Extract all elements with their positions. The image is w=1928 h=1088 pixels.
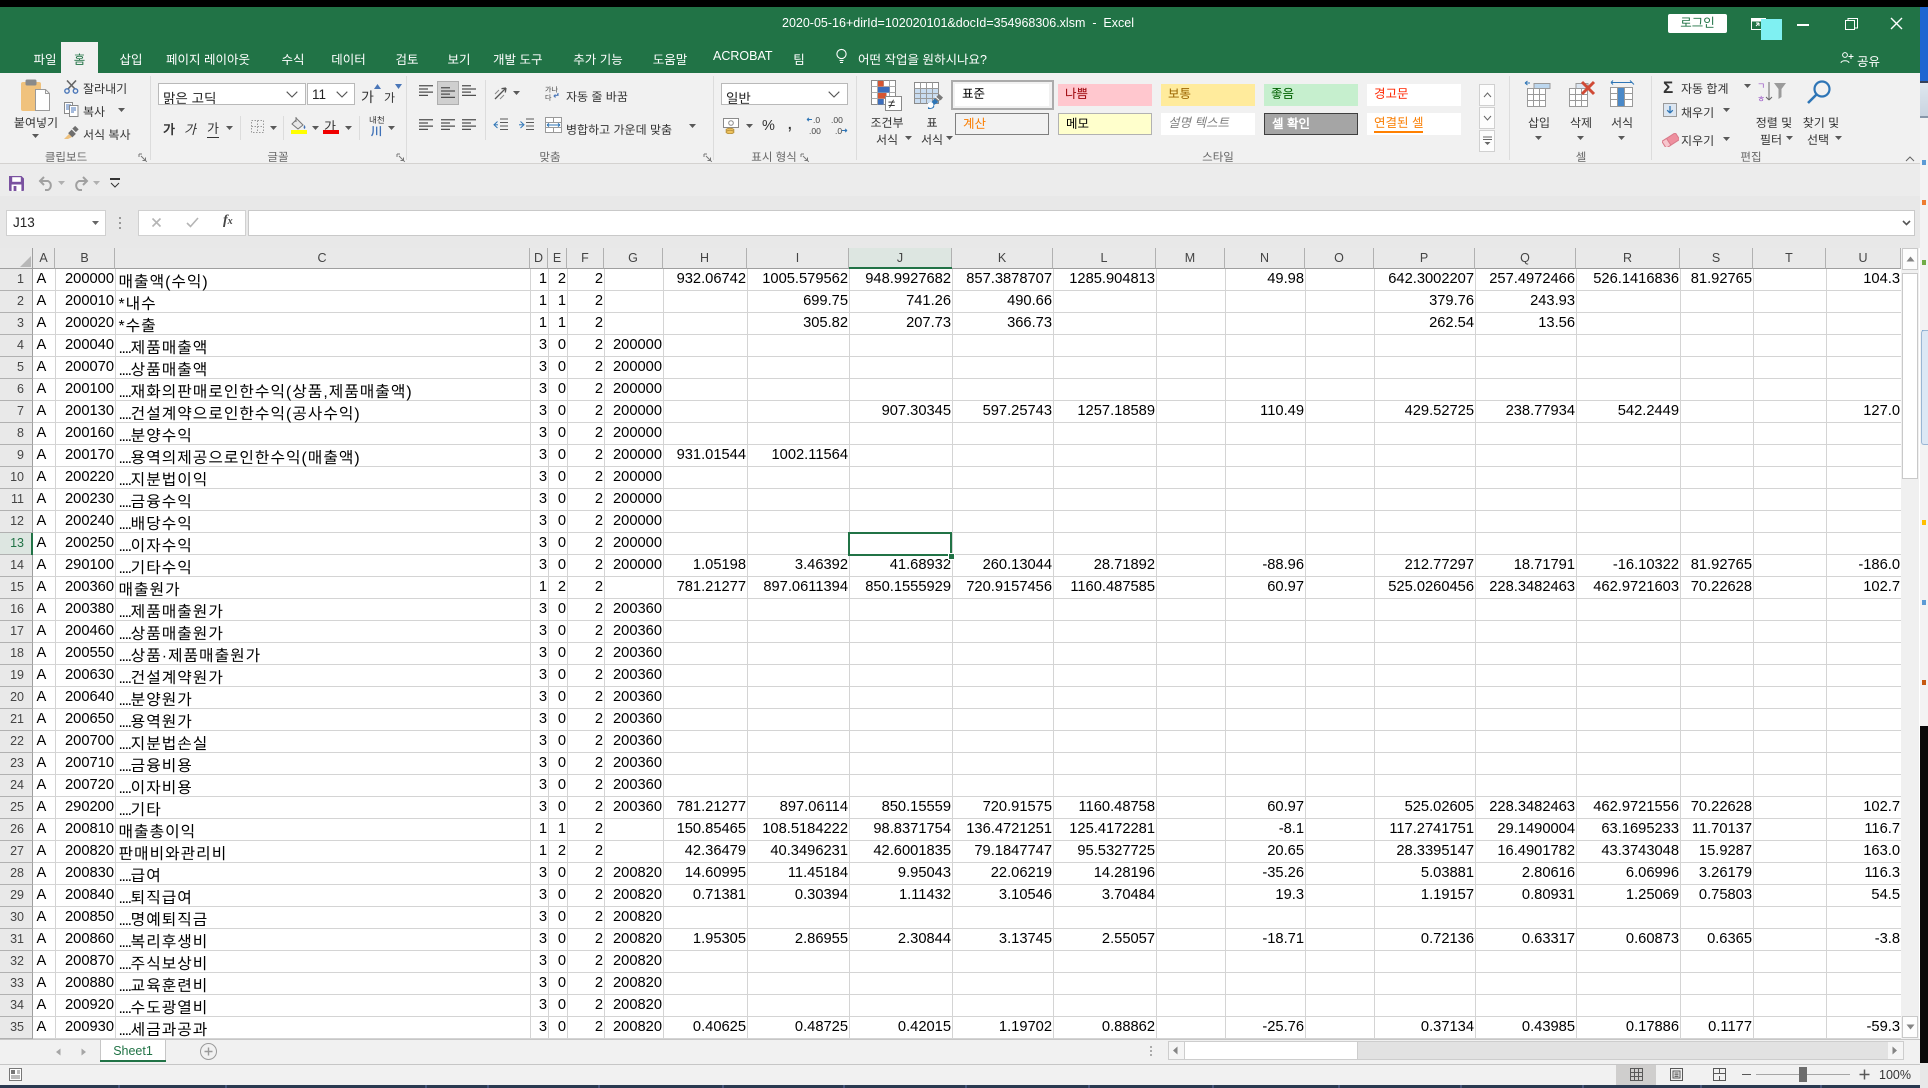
svg-text:다: 다 [545, 93, 552, 101]
svg-text:.00: .00 [809, 126, 821, 135]
svg-text:≠: ≠ [888, 96, 895, 111]
svg-text:.0: .0 [835, 126, 842, 135]
svg-text:ㅎ: ㅎ [1757, 92, 1765, 105]
svg-text:.0: .0 [813, 115, 820, 125]
svg-text:ㄱ: ㄱ [1757, 80, 1765, 92]
svg-text:.00: .00 [831, 115, 843, 125]
